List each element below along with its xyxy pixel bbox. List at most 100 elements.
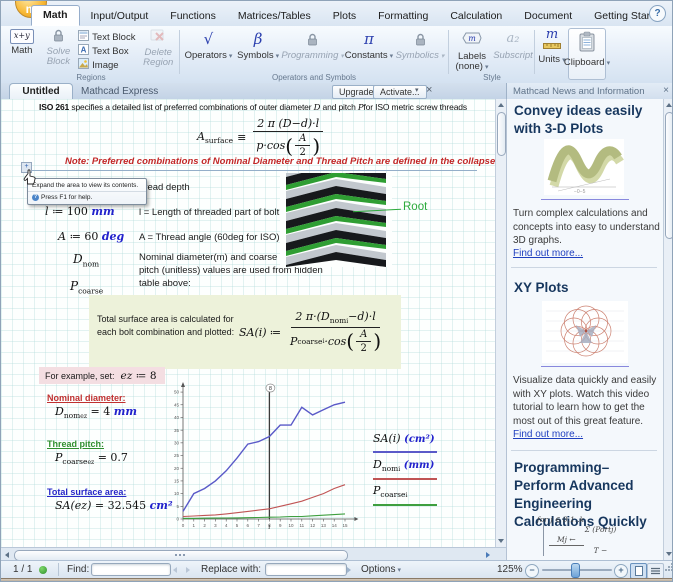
xy-plot[interactable]: 0510152025303540455001234567891011121314… <box>167 379 363 531</box>
nominal-diameter-variable[interactable]: Dnom <box>73 252 99 268</box>
constants-icon: π <box>364 29 374 49</box>
close-document-icon[interactable]: × <box>426 84 432 96</box>
tab-formatting[interactable]: Formatting <box>367 7 439 26</box>
thumbnail-underline <box>541 366 629 367</box>
find-label: Find: <box>67 564 89 576</box>
sidebar-close-icon[interactable]: × <box>663 85 669 96</box>
group-style: m Labels (none) a₂ Subscript Style <box>451 26 533 83</box>
scroll-right-icon[interactable] <box>482 550 494 559</box>
sidebar-scroll-thumb[interactable] <box>665 112 673 239</box>
example-region[interactable]: For example, set: ez ≔ 8 <box>39 367 165 384</box>
sidebar-scrollbar[interactable] <box>663 99 673 560</box>
coarse-pitch-variable[interactable]: Pcoarse <box>70 279 103 295</box>
sa-description-line1: Total surface area is calculated for <box>97 314 234 324</box>
tab-functions[interactable]: Functions <box>159 7 227 26</box>
symbols-button[interactable]: β Symbols <box>235 27 281 62</box>
sidebar-heading-3d-plots: Convey ideas easily with 3-D Plots <box>514 102 660 138</box>
find-next-icon[interactable] <box>186 567 190 573</box>
worksheet-vertical-scrollbar[interactable] <box>495 99 506 547</box>
angle-definition[interactable]: A ≔ 60 deg <box>58 230 124 243</box>
mathcad-window: m Math Input/Output Functions Matrices/T… <box>0 0 673 582</box>
thread-pitch-result[interactable]: Pcoarseez = 0.7 <box>55 451 128 466</box>
page-view-button[interactable] <box>630 563 647 579</box>
units-button[interactable]: m Units <box>538 28 566 65</box>
document-tab-untitled[interactable]: Untitled <box>9 83 73 99</box>
image-button[interactable]: Image <box>78 58 137 72</box>
labels-icon: m <box>462 29 482 50</box>
scroll-left-icon[interactable] <box>1 550 13 559</box>
surface-area-definition-equation[interactable]: Asurface ≡ 2 π (D−d)·l p·cos(A2) <box>197 117 326 158</box>
svg-text:5: 5 <box>236 523 239 528</box>
clipboard-button[interactable]: Clipboard <box>568 28 606 80</box>
sidebar-body-3d-plots: Turn complex calculations and concepts i… <box>513 207 661 248</box>
find-out-more-link-1[interactable]: Find out more... <box>513 248 583 259</box>
sidebar-title: Mathcad News and Information <box>513 86 644 97</box>
tab-matrices-tables[interactable]: Matrices/Tables <box>227 7 322 26</box>
find-out-more-link-2[interactable]: Find out more... <box>513 429 583 440</box>
svg-text:25: 25 <box>174 453 180 458</box>
ribbon: x+y Math Solve Block Text Block <box>1 26 673 84</box>
tab-input-output[interactable]: Input/Output <box>80 7 160 26</box>
operators-button[interactable]: √ Operators <box>182 27 235 62</box>
math-button[interactable]: x+y Math <box>5 27 39 72</box>
legend-dnom-label[interactable]: Dnomi (mm) <box>373 458 434 473</box>
calc-status-icon <box>39 566 47 574</box>
programming-snippet-thumbnail[interactable]: for j ∈ 0,1..k Σ (Portj) Mj ← T − <box>537 515 652 557</box>
constants-button[interactable]: π Constants <box>344 27 394 62</box>
text-box-button[interactable]: A Text Box <box>78 44 137 58</box>
tab-math[interactable]: Math <box>31 5 80 26</box>
page-indicator: 1 / 1 <box>13 564 32 576</box>
xy-plot-thumbnail[interactable] <box>542 301 628 363</box>
sa-description-line2: each bolt combination and plotted: <box>97 327 234 337</box>
replace-label: Replace with: <box>201 564 261 576</box>
nominal-diameter-result[interactable]: Dnomez = 4 mm <box>55 405 137 420</box>
tab-document[interactable]: Document <box>513 7 583 26</box>
vertical-scroll-thumb[interactable] <box>497 112 506 156</box>
svg-text:45: 45 <box>174 402 180 407</box>
horizontal-scroll-thumb[interactable] <box>14 550 348 561</box>
ribbon-tabs: Math Input/Output Functions Matrices/Tab… <box>31 4 673 26</box>
group-operators-symbols: √ Operators β Symbols Programming π Cons… <box>182 26 446 83</box>
sidebar-body-xy-plots: Visualize data quickly and easily with X… <box>513 374 663 428</box>
intro-text-region: ISO 261 specifies a detailed list of pre… <box>39 102 467 113</box>
find-input[interactable] <box>91 563 171 576</box>
window-frame-bottom <box>1 578 673 582</box>
svg-text:0: 0 <box>176 517 179 522</box>
angle-description: A = Thread angle (60deg for ISO) <box>139 232 280 243</box>
symbols-icon: β <box>254 29 263 49</box>
zoom-in-icon[interactable]: + <box>614 564 628 578</box>
scroll-up-icon[interactable] <box>496 99 506 111</box>
sidebar-heading-xy-plots: XY Plots <box>514 279 660 297</box>
scroll-down-icon[interactable] <box>496 535 506 547</box>
text-block-button[interactable]: Text Block <box>78 30 137 44</box>
legend-pcoarse-label[interactable]: Pcoarsei <box>373 484 407 499</box>
subscript-icon: a₂ <box>507 29 520 49</box>
screw-thread-3d-image[interactable] <box>280 173 392 272</box>
svg-text:20: 20 <box>174 466 180 471</box>
draft-view-button[interactable] <box>647 563 664 579</box>
replace-input[interactable] <box>265 563 347 576</box>
scroll-down-icon[interactable] <box>664 548 673 560</box>
total-surface-area-result[interactable]: SA(ez) = 32.545 cm² <box>55 499 173 512</box>
tab-calculation[interactable]: Calculation <box>439 7 513 26</box>
scroll-up-icon[interactable] <box>664 99 673 111</box>
math-icon: x+y <box>10 29 34 44</box>
length-definition[interactable]: l ≔ 100 mm <box>45 205 115 218</box>
replace-next-icon[interactable] <box>347 567 351 573</box>
sa-definition-equation[interactable]: SA(i) ≔ 2 π·(Dnomi−d)·l Pcoarsei·cos(A2) <box>239 301 387 363</box>
help-icon[interactable]: ? <box>649 5 666 22</box>
find-previous-icon[interactable] <box>173 567 177 573</box>
legend-sa-label[interactable]: SA(i) (cm²) <box>373 432 435 445</box>
options-button[interactable]: Options <box>361 564 401 577</box>
labels-button[interactable]: m Labels (none) <box>451 27 493 73</box>
tab-plots[interactable]: Plots <box>322 7 367 26</box>
zoom-out-icon[interactable]: − <box>525 564 539 578</box>
zoom-slider-handle[interactable] <box>571 563 580 578</box>
3d-plot-thumbnail[interactable]: −0−5 <box>544 139 624 195</box>
worksheet-horizontal-scrollbar[interactable] <box>1 547 506 561</box>
group-separator <box>179 30 180 74</box>
svg-text:13: 13 <box>321 523 327 528</box>
resize-grip-icon[interactable] <box>665 569 667 571</box>
tab-list-caret-icon[interactable]: ▾ <box>415 86 419 94</box>
clipboard-icon <box>578 29 596 57</box>
